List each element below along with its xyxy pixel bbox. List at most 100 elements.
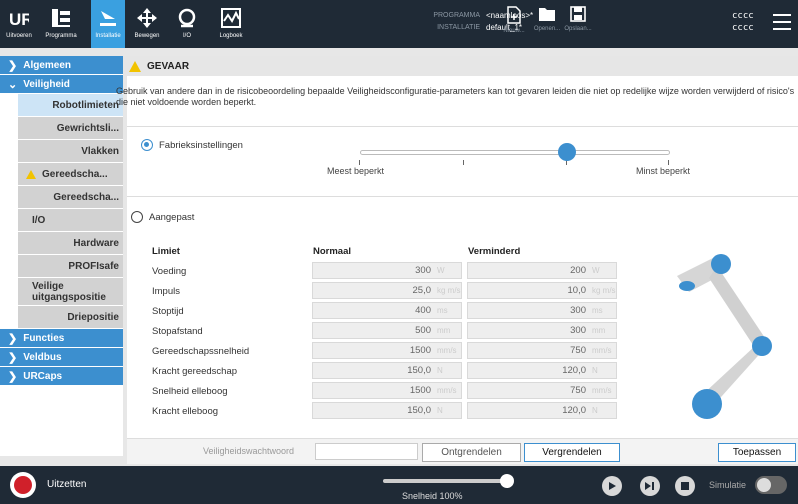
svg-text:UR: UR: [9, 10, 29, 28]
cell-value: 300: [570, 305, 586, 316]
normal-field-kracht-gereedschap[interactable]: 150,0 N: [312, 362, 462, 379]
cell-unit: N: [592, 406, 598, 415]
sidebar-item-robotlimieten[interactable]: Robotlimieten: [18, 94, 123, 117]
sidebar-item-hardware[interactable]: Hardware: [18, 232, 123, 255]
sidebar-category-veiligheid[interactable]: ⌄ Veiligheid: [0, 75, 123, 94]
header-limit: Limiet: [152, 246, 180, 257]
nav-run[interactable]: UR Uitvoeren: [2, 0, 36, 48]
danger-title: GEVAAR: [147, 60, 190, 72]
cell-value: 150,0: [407, 405, 431, 416]
limit-label-impuls: Impuls: [152, 286, 180, 297]
cell-unit: mm: [437, 326, 451, 335]
reduced-field-kracht-gereedschap[interactable]: 120,0 N: [467, 362, 617, 379]
cell-value: 1500: [409, 345, 431, 356]
cell-value: 10,0: [567, 285, 587, 296]
simulation-label: Simulatie: [709, 480, 747, 490]
program-info-labels: PROGRAMMA INSTALLATIE: [360, 10, 480, 34]
speed-slider-track[interactable]: [383, 479, 513, 483]
cell-unit: kg m/s: [592, 286, 616, 295]
lock-button[interactable]: Vergrendelen: [524, 443, 620, 462]
cell-value: 200: [570, 265, 586, 276]
sidebar-category-label: Algemeen: [23, 59, 72, 71]
speed-slider-handle[interactable]: [500, 474, 514, 488]
reduced-field-stoptijd[interactable]: 300 ms: [467, 302, 617, 319]
save-button[interactable]: Opslaan...: [563, 6, 593, 44]
nav-io-label: I/O: [182, 33, 191, 39]
apply-button[interactable]: Toepassen: [718, 443, 796, 462]
cell-value: 150,0: [407, 365, 431, 376]
sidebar-item-label: Robotlimieten: [52, 99, 119, 111]
unlock-button[interactable]: Ontgrendelen: [422, 443, 521, 462]
power-off-button[interactable]: [10, 472, 36, 498]
robot-arm-illustration: [677, 254, 772, 419]
factory-settings-section: [127, 126, 798, 186]
normal-field-gereedschapssnelheid[interactable]: 1500 mm/s: [312, 342, 462, 359]
cell-unit: mm/s: [437, 386, 457, 395]
simulation-toggle[interactable]: [755, 476, 787, 494]
nav-io[interactable]: I/O: [170, 0, 204, 48]
cell-value: 1500: [409, 385, 431, 396]
reduced-field-snelheid-elleboog[interactable]: 750 mm/s: [467, 382, 617, 399]
password-bar: Veiligheidswachtwoord Ontgrendelen Vergr…: [127, 438, 798, 464]
normal-field-stoptijd[interactable]: 400 ms: [312, 302, 462, 319]
play-button[interactable]: [602, 476, 622, 496]
move-icon: [135, 6, 159, 30]
limit-label-gereedschapssnelheid: Gereedschapssnelheid: [152, 346, 250, 357]
nav-move[interactable]: Bewegen: [130, 0, 164, 48]
slider-tick: [359, 160, 360, 165]
sidebar-item-veilige-uitgangspositie[interactable]: Veilige uitgangspositie: [18, 278, 123, 306]
password-input[interactable]: [315, 443, 418, 460]
nav-installation[interactable]: Installatie: [91, 0, 125, 48]
custom-settings-label: Aangepast: [149, 212, 195, 223]
cell-value: 400: [415, 305, 431, 316]
open-button[interactable]: Openen...: [532, 6, 562, 44]
nav-program[interactable]: Programma: [44, 0, 78, 48]
sidebar-category-veldbus[interactable]: ❯ Veldbus: [0, 348, 123, 367]
sidebar-item-label: Gewrichtsli...: [56, 122, 119, 134]
factory-settings-radio[interactable]: [141, 139, 153, 151]
sidebar-item-gewrichtslimieten[interactable]: Gewrichtsli...: [18, 117, 123, 140]
step-button[interactable]: [640, 476, 660, 496]
sidebar-category-algemeen[interactable]: ❯ Algemeen: [0, 56, 123, 75]
sidebar-item-driepositie[interactable]: Driepositie: [18, 306, 123, 329]
warning-icon: [26, 169, 36, 179]
nav-log[interactable]: Logboek: [214, 0, 248, 48]
reduced-field-impuls[interactable]: 10,0 kg m/s: [467, 282, 617, 299]
nav-program-label: Programma: [45, 33, 77, 39]
normal-field-impuls[interactable]: 25,0 kg m/s: [312, 282, 462, 299]
normal-field-snelheid-elleboog[interactable]: 1500 mm/s: [312, 382, 462, 399]
sidebar-category-label: Functies: [23, 332, 65, 344]
sidebar-item-gereedschap-2[interactable]: Gereedscha...: [18, 186, 123, 209]
sidebar-category-urcaps[interactable]: ❯ URCaps: [0, 367, 123, 386]
hamburger-menu-icon[interactable]: [773, 14, 791, 30]
cell-value: 120,0: [562, 365, 586, 376]
top-bar: UR Uitvoeren Programma Installatie Beweg…: [0, 0, 798, 48]
limit-label-snelheid-elleboog: Snelheid elleboog: [152, 386, 228, 397]
custom-settings-radio[interactable]: [131, 211, 143, 223]
restriction-slider-handle[interactable]: [558, 143, 576, 161]
new-button[interactable]: Nieuw...: [499, 6, 529, 44]
reduced-field-kracht-elleboog[interactable]: 120,0 N: [467, 402, 617, 419]
speed-label: Snelheid 100%: [402, 491, 463, 501]
sidebar-item-profisafe[interactable]: PROFIsafe: [18, 255, 123, 278]
normal-field-voeding[interactable]: 300 W: [312, 262, 462, 279]
normal-field-stopafstand[interactable]: 500 mm: [312, 322, 462, 339]
chevron-right-icon: ❯: [8, 351, 18, 364]
sidebar-category-functies[interactable]: ❯ Functies: [0, 329, 123, 348]
restriction-slider-track[interactable]: [360, 150, 670, 155]
normal-field-kracht-elleboog[interactable]: 150,0 N: [312, 402, 462, 419]
cell-unit: kg m/s: [437, 286, 461, 295]
reduced-field-voeding[interactable]: 200 W: [467, 262, 617, 279]
sidebar-item-vlakken[interactable]: Vlakken: [18, 140, 123, 163]
sidebar-item-io[interactable]: I/O: [18, 209, 123, 232]
password-label: Veiligheidswachtwoord: [203, 446, 295, 456]
sidebar-item-gereedschap-1[interactable]: Gereedscha...: [18, 163, 123, 186]
nav-move-label: Bewegen: [134, 33, 160, 39]
reduced-field-stopafstand[interactable]: 300 mm: [467, 322, 617, 339]
stop-button[interactable]: [675, 476, 695, 496]
cell-unit: ms: [437, 306, 448, 315]
reduced-field-gereedschapssnelheid[interactable]: 750 mm/s: [467, 342, 617, 359]
new-button-label: Nieuw...: [503, 28, 525, 34]
power-off-label: Uitzetten: [47, 479, 87, 490]
sidebar-category-label: Veldbus: [23, 351, 62, 363]
